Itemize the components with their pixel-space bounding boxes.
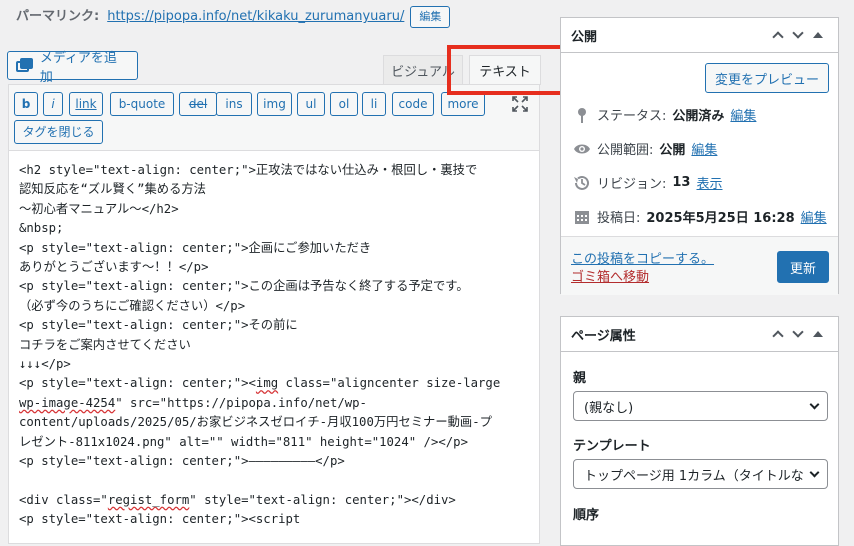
add-media-label: メディアを追加 [39,50,117,85]
content-line: <div class="regist_form" style="text-ali… [19,492,456,507]
parent-select-value: (親なし) [584,400,634,416]
quicktag-ol-button[interactable]: ol [330,92,358,116]
history-icon [573,174,591,192]
content-line: <p style="text-align: center;">企画にご参加いただ… [19,240,372,255]
text-editor: b i link b-quote del ins img ul ol li co… [8,84,540,544]
chevron-down-icon [809,467,820,478]
content-line: &nbsp; [19,221,64,236]
publish-actions: この投稿をコピーする。 ゴミ箱へ移動 更新 [561,236,838,295]
content-line: <p style="text-align: center;"><script [19,512,301,527]
collapse-icon[interactable] [808,324,828,344]
publish-panel: 公開 変更をプレビュー ステータス: 公開済み 編集 公開範囲: 公開 編集 リ… [560,17,839,295]
eye-icon [573,140,591,158]
update-button[interactable]: 更新 [777,251,829,283]
content-line: <p style="text-align: center;">―――――――――… [19,454,345,469]
content-line: 認知反応を“ズル賢く”集める方法 [19,182,206,197]
revisions-label: リビジョン: [597,177,667,192]
collapse-icon[interactable] [808,25,828,45]
visibility-label: 公開範囲: [597,143,654,158]
visibility-row: 公開範囲: 公開 編集 [573,139,717,158]
pin-icon [573,106,591,124]
visibility-value: 公開 [659,143,686,158]
parent-select[interactable]: (親なし) [573,391,828,421]
close-tags-button[interactable]: タグを閉じる [14,120,103,144]
quicktag-bold-button[interactable]: b [14,92,38,116]
content-line: <p style="text-align: center;">その前に [19,318,298,333]
revisions-view-link[interactable]: 表示 [696,173,722,192]
quicktag-ins-button[interactable]: ins [216,92,252,116]
revisions-value: 13 [672,175,691,190]
date-edit-link[interactable]: 編集 [801,207,827,226]
date-value: 2025年5月25日 16:28 [646,211,795,226]
parent-label: 親 [573,371,587,386]
content-line: レゼント-811x1024.png" alt="" width="811" he… [19,434,468,449]
preview-changes-button[interactable]: 変更をプレビュー [705,63,829,93]
move-down-icon[interactable] [788,324,808,344]
fullscreen-icon[interactable] [512,96,528,112]
publish-title: 公開 [571,29,598,45]
page-attributes-panel: ページ属性 親 (親なし) テンプレート トップページ用 1カラム（タイトルな … [560,316,839,546]
content-line: （必ず今のうちにご確認ください）</p> [19,298,246,313]
date-label: 投稿日: [597,211,641,226]
quicktag-ul-button[interactable]: ul [297,92,325,116]
content-line: コチラをご案内させてください [19,337,191,352]
permalink-edit-button[interactable]: 編集 [410,6,451,28]
quicktag-bquote-button[interactable]: b-quote [110,92,174,116]
quicktag-li-button[interactable]: li [362,92,386,116]
permalink-label: パーマリンク: [16,9,100,24]
add-media-button[interactable]: メディアを追加 [7,51,138,85]
content-line: ↓↓↓</p> [19,357,71,372]
quicktag-img-button[interactable]: img [257,92,292,116]
trash-link[interactable]: ゴミ箱へ移動 [571,266,649,285]
copy-post-link[interactable]: この投稿をコピーする。 [571,248,714,267]
status-value: 公開済み [672,109,725,124]
publish-panel-header: 公開 [561,18,838,53]
move-down-icon[interactable] [788,25,808,45]
order-label: 順序 [573,508,600,523]
content-line: <h2 style="text-align: center;">正攻法ではない仕… [19,163,478,177]
revisions-row: リビジョン: 13 表示 [573,173,723,192]
date-row: 投稿日: 2025年5月25日 16:28 編集 [573,207,827,226]
visibility-edit-link[interactable]: 編集 [691,139,717,158]
quicktag-link-button[interactable]: link [69,92,103,116]
calendar-icon [573,208,591,226]
template-label: テンプレート [573,439,651,454]
quicktag-italic-button[interactable]: i [43,92,63,116]
quicktag-more-button[interactable]: more [441,92,485,116]
content-textarea[interactable]: <h2 style="text-align: center;">正攻法ではない仕… [19,161,531,530]
status-edit-link[interactable]: 編集 [730,105,756,124]
page-attributes-title: ページ属性 [571,328,636,344]
media-icon [16,57,34,74]
page-attributes-header: ページ属性 [561,317,838,352]
permalink-url[interactable]: https://pipopa.info/net/kikaku_zurumanyu… [107,7,404,27]
permalink-row: パーマリンク: https://pipopa.info/net/kikaku_z… [16,6,451,28]
content-line: ～初心者マニュアル～</h2> [19,201,179,216]
move-up-icon[interactable] [768,324,788,344]
content-line: wp-image-4254" src="https://pipopa.info/… [19,395,367,410]
highlight-box [447,45,564,95]
template-select-value: トップページ用 1カラム（タイトルな [584,468,804,484]
move-up-icon[interactable] [768,25,788,45]
template-select[interactable]: トップページ用 1カラム（タイトルな [573,459,828,489]
content-line: content/uploads/2025/05/お家ビジネスゼロイチ-月収100… [19,415,492,430]
quicktag-code-button[interactable]: code [392,92,434,116]
chevron-down-icon [809,399,820,410]
content-line: <p style="text-align: center;"><img clas… [19,376,501,391]
quicktag-del-button[interactable]: del [179,92,217,116]
content-line: ありがとうございます～！！</p> [19,260,209,275]
content-line: ​ [19,472,531,491]
status-row: ステータス: 公開済み 編集 [573,105,756,124]
status-label: ステータス: [597,109,667,124]
content-line: <p style="text-align: center;">この企画は予告なく… [19,279,469,294]
